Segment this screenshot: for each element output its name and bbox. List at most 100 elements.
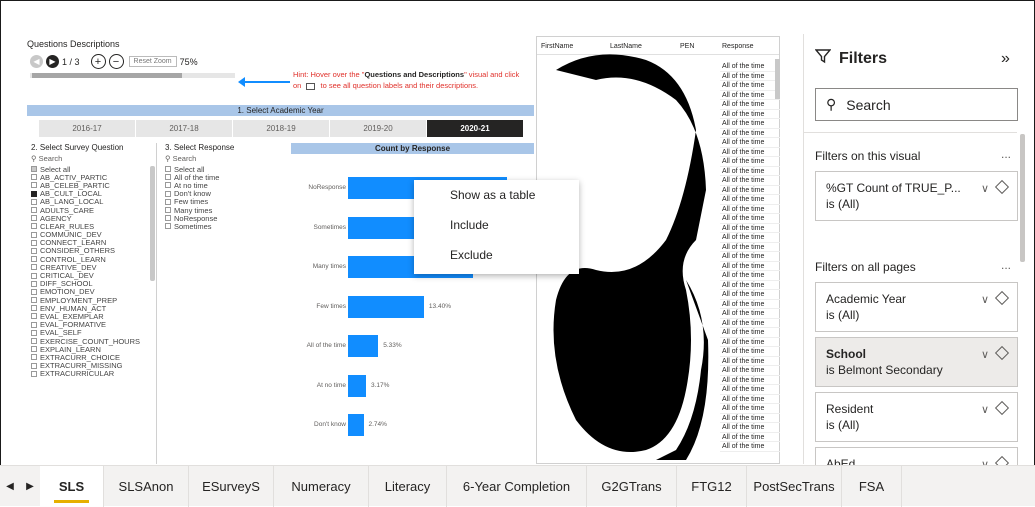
- table-cell: All of the time: [720, 328, 780, 338]
- filter-icon: [814, 48, 832, 69]
- chevron-down-icon[interactable]: ∨: [981, 404, 995, 416]
- checkbox[interactable]: [31, 223, 37, 230]
- year-option[interactable]: 2020-21: [427, 120, 524, 137]
- checkbox[interactable]: [31, 247, 37, 254]
- chevron-down-icon[interactable]: ∨: [981, 294, 995, 306]
- checkbox[interactable]: [31, 370, 37, 377]
- more-options-icon[interactable]: ...: [1001, 147, 1011, 161]
- checkbox[interactable]: [31, 288, 37, 295]
- context-menu-item[interactable]: Exclude: [414, 240, 579, 270]
- academic-year-header: 1. Select Academic Year: [27, 105, 534, 116]
- checkbox[interactable]: [31, 182, 37, 189]
- checkbox[interactable]: [31, 215, 37, 222]
- checkbox[interactable]: [165, 166, 171, 173]
- checkbox[interactable]: [31, 256, 37, 263]
- filter-card[interactable]: Academic Year is (All) ∨: [815, 282, 1018, 332]
- tab-numeracy[interactable]: Numeracy: [274, 465, 369, 507]
- search-icon: ⚲: [826, 96, 837, 112]
- filters-search-input[interactable]: ⚲ Search: [815, 88, 1018, 121]
- list-item[interactable]: EXTRACURRICULAR: [31, 369, 156, 378]
- checkbox[interactable]: [31, 190, 37, 197]
- checkbox[interactable]: [31, 207, 37, 214]
- checkbox[interactable]: [31, 198, 37, 205]
- table-cell: All of the time: [720, 271, 780, 281]
- checkbox[interactable]: [31, 313, 37, 320]
- checkbox[interactable]: [31, 239, 37, 246]
- context-menu-item[interactable]: Include: [414, 210, 579, 240]
- table-cell: All of the time: [720, 290, 780, 300]
- checkbox[interactable]: [31, 264, 37, 271]
- tab-esurveys[interactable]: ESurveyS: [189, 465, 274, 507]
- checkbox[interactable]: [31, 174, 37, 181]
- checkbox[interactable]: [31, 354, 37, 361]
- tab-g2gtrans[interactable]: G2GTrans: [587, 465, 677, 507]
- checkbox[interactable]: [165, 190, 171, 197]
- checkbox[interactable]: [31, 362, 37, 369]
- tab-slsanon[interactable]: SLSAnon: [104, 465, 189, 507]
- zoom-level: 75%: [179, 56, 198, 67]
- filter-card[interactable]: Resident is (All) ∨: [815, 392, 1018, 442]
- survey-question-scrollbar[interactable]: [150, 166, 155, 281]
- list-item[interactable]: Sometimes: [165, 222, 289, 231]
- tab-ftg12[interactable]: FTG12: [677, 465, 747, 507]
- checkbox[interactable]: [31, 329, 37, 336]
- filter-card-value: is (All): [826, 308, 860, 322]
- tab-literacy[interactable]: Literacy: [369, 465, 447, 507]
- table-cell: All of the time: [720, 110, 780, 119]
- survey-question-title: 2. Select Survey Question: [31, 143, 124, 152]
- year-option[interactable]: 2019-20: [330, 120, 427, 137]
- table-scrollbar[interactable]: [775, 59, 780, 99]
- checkbox[interactable]: [165, 215, 171, 222]
- tab-scroll-right-icon[interactable]: ▶: [20, 481, 40, 492]
- year-option[interactable]: 2016-17: [39, 120, 136, 137]
- zoom-out-icon[interactable]: −: [108, 54, 124, 69]
- checkbox[interactable]: [31, 280, 37, 287]
- chevron-down-icon[interactable]: ∨: [981, 183, 995, 195]
- checkbox[interactable]: [165, 182, 171, 189]
- bar-category-label: NoResponse: [308, 184, 346, 191]
- clear-filter-icon[interactable]: [994, 345, 1010, 361]
- tab-postsectrans[interactable]: PostSecTrans: [747, 465, 842, 507]
- bar[interactable]: [348, 295, 424, 318]
- checkbox[interactable]: [31, 338, 37, 345]
- checkbox[interactable]: [165, 174, 171, 181]
- context-menu-item[interactable]: Show as a table: [414, 180, 579, 210]
- question-scroll-slider[interactable]: [30, 73, 235, 78]
- checkbox[interactable]: [31, 166, 37, 173]
- tab-scroll-left-icon[interactable]: ◀: [0, 481, 20, 492]
- chevron-down-icon[interactable]: ∨: [981, 349, 995, 361]
- bar[interactable]: [348, 414, 364, 436]
- checkbox[interactable]: [165, 223, 171, 230]
- checkbox[interactable]: [31, 321, 37, 328]
- tab-fsa[interactable]: FSA: [842, 465, 902, 507]
- bar[interactable]: [348, 374, 366, 397]
- tab-6-year-completion[interactable]: 6-Year Completion: [447, 465, 587, 507]
- checkbox[interactable]: [31, 346, 37, 353]
- reset-zoom-button[interactable]: Reset Zoom: [128, 56, 177, 67]
- checkbox[interactable]: [31, 297, 37, 304]
- next-icon[interactable]: ▶: [46, 55, 59, 68]
- zoom-in-icon[interactable]: +: [90, 54, 106, 69]
- column-header[interactable]: Response: [722, 43, 754, 50]
- collapse-pane-icon[interactable]: »: [1001, 50, 1010, 68]
- filters-scrollbar[interactable]: [1020, 134, 1025, 262]
- checkbox[interactable]: [31, 272, 37, 279]
- checkbox[interactable]: [31, 305, 37, 312]
- checkbox[interactable]: [165, 207, 171, 214]
- bar[interactable]: [348, 335, 379, 357]
- year-option[interactable]: 2017-18: [136, 120, 233, 137]
- more-options-icon[interactable]: ...: [1001, 258, 1011, 272]
- clear-filter-icon[interactable]: [994, 179, 1010, 195]
- tab-sls[interactable]: SLS: [40, 465, 104, 507]
- clear-filter-icon[interactable]: [994, 400, 1010, 416]
- response-search[interactable]: ⚲ Search: [165, 154, 289, 163]
- checkbox[interactable]: [31, 231, 37, 238]
- prev-icon[interactable]: ◀: [30, 55, 43, 68]
- filter-card[interactable]: %GT Count of TRUE_P... is (All) ∨: [815, 171, 1018, 221]
- checkbox[interactable]: [165, 198, 171, 205]
- year-option[interactable]: 2018-19: [233, 120, 330, 137]
- response-title: 3. Select Response: [165, 143, 235, 152]
- survey-question-search[interactable]: ⚲ Search: [31, 154, 156, 163]
- filter-card[interactable]: School is Belmont Secondary ∨: [815, 337, 1018, 387]
- clear-filter-icon[interactable]: [994, 290, 1010, 306]
